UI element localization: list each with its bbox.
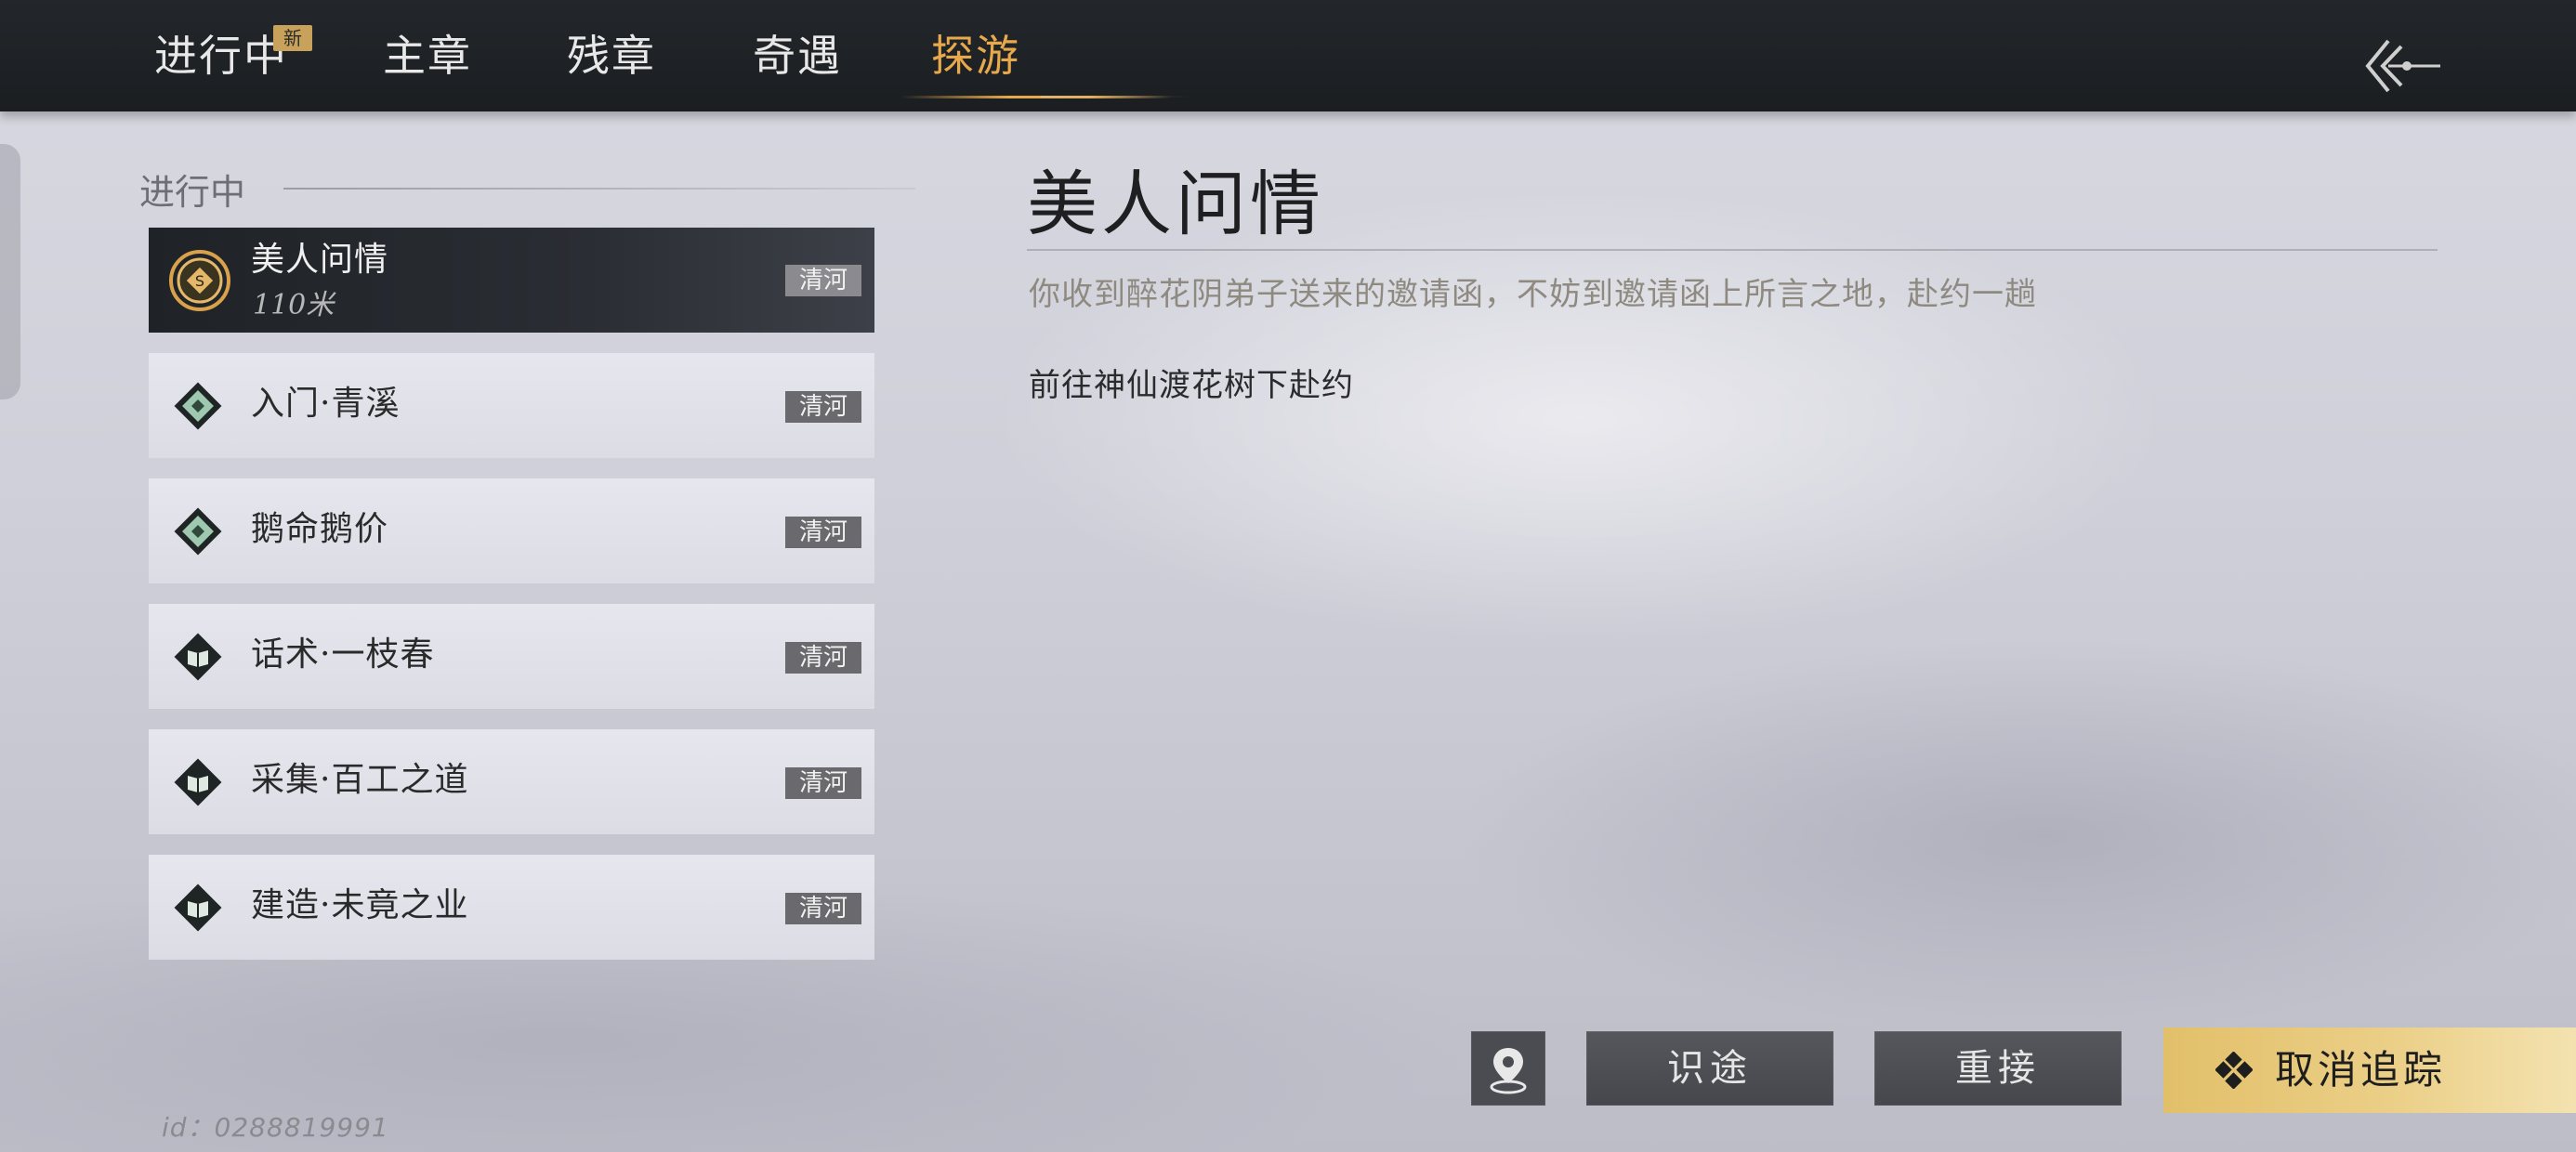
- quest-name: 鹅命鹅价: [251, 510, 389, 548]
- compass-gold-icon: S: [169, 250, 230, 311]
- quest-region-tag: 清河: [785, 893, 861, 924]
- quest-region-tag: 清河: [785, 517, 861, 548]
- quest-region-tag: 清河: [785, 767, 861, 799]
- map-locate-button[interactable]: [1471, 1031, 1545, 1106]
- quest-name: 建造·未竟之业: [251, 886, 469, 924]
- tab-explore[interactable]: 探游: [931, 28, 1020, 84]
- tab-divider-line: [1041, 96, 1189, 98]
- guide-button[interactable]: 识途: [1586, 1031, 1833, 1106]
- diamond-icon: [2215, 1052, 2253, 1089]
- quest-item-caiji-baigong[interactable]: 采集·百工之道 清河: [149, 729, 874, 834]
- quest-detail-title: 美人问情: [1027, 163, 1324, 245]
- quest-item-huashu-yizhichun[interactable]: 话术·一枝春 清河: [149, 604, 874, 709]
- jade-diamond-icon: [174, 507, 222, 556]
- quest-distance: 110米: [253, 289, 335, 321]
- detail-divider: [1027, 249, 2438, 251]
- tab-encounter[interactable]: 奇遇: [753, 28, 842, 84]
- quest-detail-description: 你收到醉花阴弟子送来的邀请函，不妨到邀请函上所言之地，赴约一趟: [1029, 276, 2037, 313]
- tab-in-progress[interactable]: 进行中: [154, 28, 288, 84]
- user-id-label: id：0288819991: [162, 1112, 389, 1143]
- svg-text:S: S: [195, 272, 204, 290]
- quest-item-e-ming-e-jia[interactable]: 鹅命鹅价 清河: [149, 478, 874, 583]
- quest-name: 入门·青溪: [251, 385, 401, 423]
- tab-fragment-chapter[interactable]: 残章: [567, 28, 656, 84]
- quest-region-tag: 清河: [785, 265, 861, 296]
- quest-region-tag: 清河: [785, 391, 861, 423]
- quest-name: 采集·百工之道: [251, 761, 469, 799]
- untrack-label: 取消追踪: [2275, 1047, 2447, 1093]
- quest-item-meiren-wenqing[interactable]: S 美人问情 110米 清河: [149, 228, 874, 333]
- back-button[interactable]: [2360, 33, 2444, 98]
- untrack-button[interactable]: 取消追踪: [2163, 1028, 2576, 1113]
- map-pin-icon: [1490, 1048, 1527, 1094]
- quest-name: 话术·一枝春: [251, 635, 435, 674]
- book-diamond-icon: [174, 633, 222, 681]
- book-diamond-icon: [174, 884, 222, 932]
- list-section-label: 进行中: [139, 172, 246, 213]
- back-arrow-icon: [2365, 39, 2440, 93]
- tab-main-chapter[interactable]: 主章: [383, 28, 472, 84]
- quest-region-tag: 清河: [785, 642, 861, 674]
- book-diamond-icon: [174, 758, 222, 806]
- section-divider: [283, 188, 915, 190]
- quest-item-jianzao-weijing[interactable]: 建造·未竟之业 清河: [149, 855, 874, 960]
- top-nav-bar: 进行中 新 主章 残章 奇遇 探游: [0, 0, 2576, 111]
- quest-item-rumen-qingxi[interactable]: 入门·青溪 清河: [149, 353, 874, 458]
- reaccept-button[interactable]: 重接: [1874, 1031, 2122, 1106]
- quest-name: 美人问情: [251, 241, 389, 279]
- side-drawer-handle[interactable]: [0, 144, 20, 399]
- jade-diamond-icon: [174, 382, 222, 430]
- new-badge: 新: [273, 25, 312, 51]
- quest-objective: 前往神仙渡花树下赴约: [1029, 367, 1354, 404]
